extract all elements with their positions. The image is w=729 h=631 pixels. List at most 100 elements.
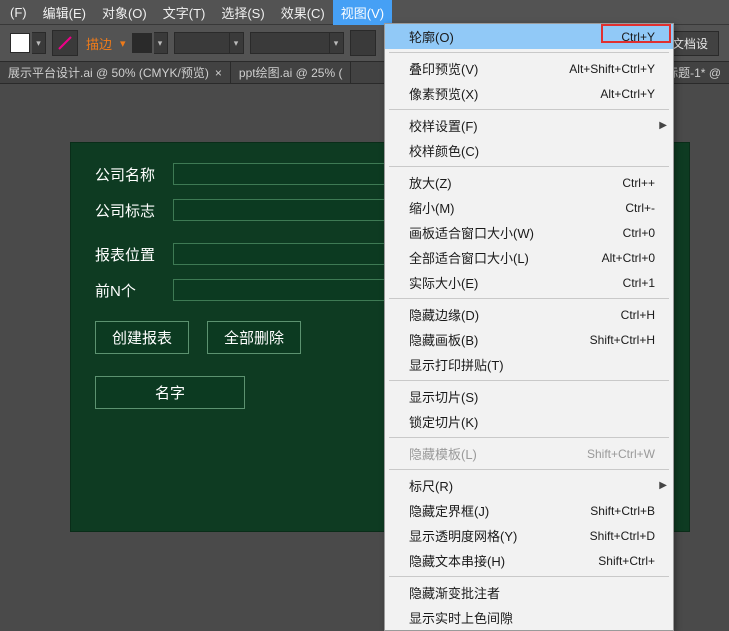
label-company-name: 公司名称 xyxy=(95,164,163,185)
stroke-swatch-group[interactable]: ▾ xyxy=(132,32,168,54)
menu-item-16[interactable]: 显示打印拼贴(T) xyxy=(385,352,673,377)
menu-item-10[interactable]: 画板适合窗口大小(W)Ctrl+0 xyxy=(385,220,673,245)
menu-text[interactable]: 文字(T) xyxy=(155,0,214,25)
menu-separator xyxy=(389,166,669,167)
fill-dropdown-icon[interactable]: ▾ xyxy=(32,32,46,54)
stroke-label: 描边 xyxy=(84,34,114,53)
menu-item-label: 缩小(M) xyxy=(409,198,455,217)
tab-1-label: 展示平台设计.ai @ 50% (CMYK/预览) xyxy=(8,64,209,81)
menu-item-29[interactable]: 显示实时上色间隙 xyxy=(385,605,673,630)
menu-item-label: 隐藏模板(L) xyxy=(409,444,477,463)
tab-2[interactable]: ppt绘图.ai @ 25% ( xyxy=(231,62,352,83)
label-top-n: 前N个 xyxy=(95,280,163,301)
menu-separator xyxy=(389,576,669,577)
fill-swatch[interactable] xyxy=(10,33,30,53)
menu-item-shortcut: Shift+Ctrl+ xyxy=(598,554,655,568)
menu-item-shortcut: Alt+Ctrl+Y xyxy=(600,87,655,101)
menu-item-11[interactable]: 全部适合窗口大小(L) Alt+Ctrl+0 xyxy=(385,245,673,270)
menu-item-24[interactable]: 隐藏定界框(J)Shift+Ctrl+B xyxy=(385,498,673,523)
label-report-pos: 报表位置 xyxy=(95,244,163,265)
menu-item-9[interactable]: 缩小(M) Ctrl+- xyxy=(385,195,673,220)
menu-item-label: 实际大小(E) xyxy=(409,273,478,292)
field-company-logo[interactable] xyxy=(173,199,393,221)
menu-item-label: 隐藏画板(B) xyxy=(409,330,478,349)
menu-item-label: 全部适合窗口大小(L) xyxy=(409,248,529,267)
tab-2-label: ppt绘图.ai @ 25% ( xyxy=(239,64,343,81)
menu-item-25[interactable]: 显示透明度网格(Y)Shift+Ctrl+D xyxy=(385,523,673,548)
label-company-logo: 公司标志 xyxy=(95,200,163,221)
stroke-style-combo[interactable] xyxy=(250,32,330,54)
field-company-name[interactable] xyxy=(173,163,393,185)
menu-item-label: 校样设置(F) xyxy=(409,116,478,135)
menu-object[interactable]: 对象(O) xyxy=(94,0,155,25)
menu-item-shortcut: Ctrl+H xyxy=(621,308,655,322)
menu-item-3[interactable]: 像素预览(X) Alt+Ctrl+Y xyxy=(385,81,673,106)
menu-item-shortcut: Ctrl+0 xyxy=(623,226,655,240)
menu-item-23[interactable]: 标尺(R) ▶ xyxy=(385,473,673,498)
delete-all-button[interactable]: 全部删除 xyxy=(207,321,301,354)
create-report-button[interactable]: 创建报表 xyxy=(95,321,189,354)
menu-item-label: 校样颜色(C) xyxy=(409,141,479,160)
menu-item-0[interactable]: 轮廓(O) Ctrl+Y xyxy=(385,24,673,49)
menu-item-26[interactable]: 隐藏文本串接(H) Shift+Ctrl+ xyxy=(385,548,673,573)
menubar: (F) 编辑(E) 对象(O) 文字(T) 选择(S) 效果(C) 视图(V) xyxy=(0,0,729,24)
menu-item-label: 隐藏边缘(D) xyxy=(409,305,479,324)
menu-separator xyxy=(389,109,669,110)
stroke-dropdown-icon[interactable]: ▾ xyxy=(154,32,168,54)
menu-item-12[interactable]: 实际大小(E) Ctrl+1 xyxy=(385,270,673,295)
menu-item-18[interactable]: 显示切片(S) xyxy=(385,384,673,409)
menu-item-label: 轮廓(O) xyxy=(409,27,454,46)
field-report-pos[interactable] xyxy=(173,243,393,265)
fill-swatch-group[interactable]: ▾ xyxy=(10,32,46,54)
menu-select[interactable]: 选择(S) xyxy=(213,0,272,25)
menu-item-15[interactable]: 隐藏画板(B) Shift+Ctrl+H xyxy=(385,327,673,352)
menu-item-label: 叠印预览(V) xyxy=(409,59,478,78)
menu-edit[interactable]: 编辑(E) xyxy=(35,0,94,25)
submenu-arrow-icon: ▶ xyxy=(659,120,667,131)
menu-file[interactable]: (F) xyxy=(2,2,35,23)
menu-separator xyxy=(389,469,669,470)
menu-item-8[interactable]: 放大(Z)Ctrl++ xyxy=(385,170,673,195)
menu-separator xyxy=(389,52,669,53)
menu-item-28[interactable]: 隐藏渐变批注者 xyxy=(385,580,673,605)
menu-item-5[interactable]: 校样设置(F) ▶ xyxy=(385,113,673,138)
menu-item-21: 隐藏模板(L) Shift+Ctrl+W xyxy=(385,441,673,466)
combo-dd-1[interactable]: ▾ xyxy=(230,32,244,54)
menu-item-shortcut: Shift+Ctrl+B xyxy=(590,504,655,518)
menu-item-shortcut: Ctrl+- xyxy=(625,201,655,215)
menu-item-shortcut: Ctrl++ xyxy=(622,176,655,190)
line-tool-icon[interactable] xyxy=(52,30,78,56)
combo-dd-2[interactable]: ▾ xyxy=(330,32,344,54)
view-menu-dropdown: 轮廓(O) Ctrl+Y 叠印预览(V) Alt+Shift+Ctrl+Y 像素预览(X… xyxy=(384,23,674,631)
menu-item-2[interactable]: 叠印预览(V) Alt+Shift+Ctrl+Y xyxy=(385,56,673,81)
column-name: 名字 xyxy=(95,376,245,409)
field-top-n[interactable] xyxy=(173,279,393,301)
menu-item-shortcut: Ctrl+1 xyxy=(623,276,655,290)
menu-item-shortcut: Alt+Shift+Ctrl+Y xyxy=(569,62,655,76)
menu-item-shortcut: Ctrl+Y xyxy=(621,30,655,44)
tool-icon-a[interactable] xyxy=(350,30,376,56)
stroke-swatch[interactable] xyxy=(132,33,152,53)
tab-1[interactable]: 展示平台设计.ai @ 50% (CMYK/预览) × xyxy=(0,62,231,83)
menu-item-label: 隐藏文本串接(H) xyxy=(409,551,505,570)
menu-item-shortcut: Shift+Ctrl+H xyxy=(590,333,655,347)
menu-item-6[interactable]: 校样颜色(C) xyxy=(385,138,673,163)
menu-item-19[interactable]: 锁定切片(K) xyxy=(385,409,673,434)
menu-separator xyxy=(389,380,669,381)
menu-effect[interactable]: 效果(C) xyxy=(273,0,333,25)
menu-item-label: 隐藏渐变批注者 xyxy=(409,583,500,602)
menu-item-shortcut: Alt+Ctrl+0 xyxy=(602,251,655,265)
menu-item-label: 标尺(R) xyxy=(409,476,453,495)
menu-item-shortcut: Shift+Ctrl+D xyxy=(590,529,655,543)
menu-item-14[interactable]: 隐藏边缘(D) Ctrl+H xyxy=(385,302,673,327)
menu-item-label: 显示切片(S) xyxy=(409,387,478,406)
menu-item-label: 像素预览(X) xyxy=(409,84,478,103)
menu-item-label: 显示打印拼贴(T) xyxy=(409,355,504,374)
stroke-weight-combo[interactable] xyxy=(174,32,230,54)
menu-separator xyxy=(389,298,669,299)
menu-separator xyxy=(389,437,669,438)
menu-item-shortcut: Shift+Ctrl+W xyxy=(587,447,655,461)
submenu-arrow-icon: ▶ xyxy=(659,480,667,491)
tab-1-close-icon[interactable]: × xyxy=(215,66,222,80)
menu-view[interactable]: 视图(V) xyxy=(333,0,392,25)
